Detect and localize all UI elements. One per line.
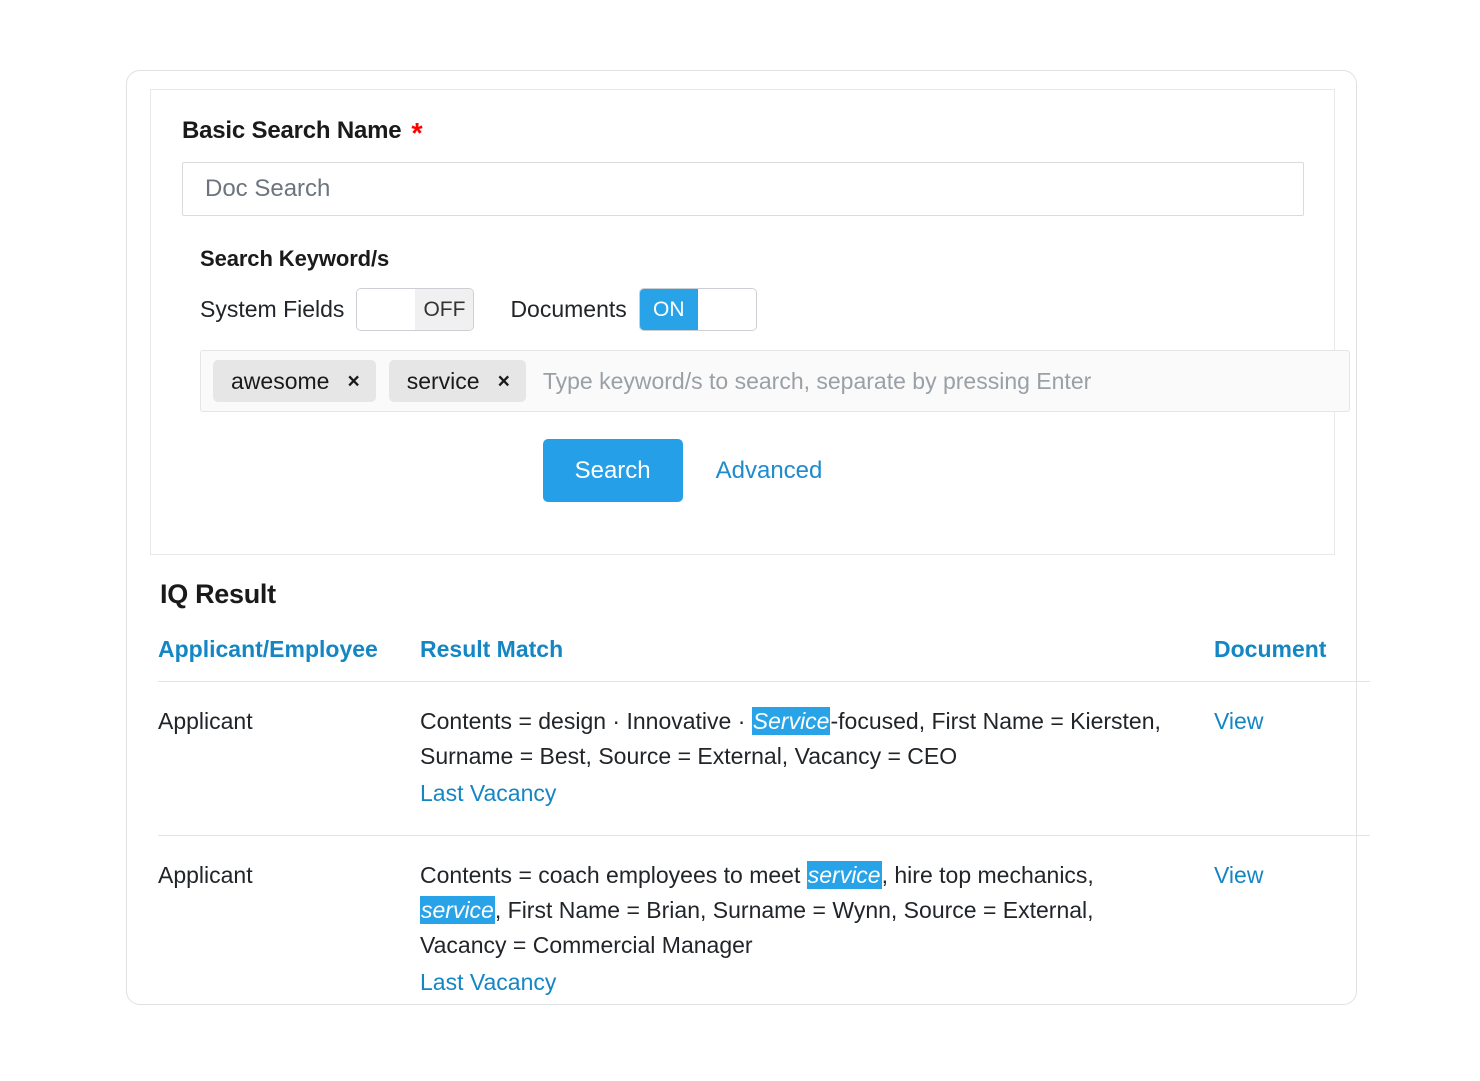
keyword-highlight: Service: [751, 707, 831, 735]
match-text: , First Name = Brian, Surname = Wynn, So…: [420, 896, 1094, 958]
view-document-link[interactable]: View: [1214, 708, 1263, 734]
documents-toggle-state: ON: [639, 289, 698, 330]
search-actions: Search Advanced: [182, 439, 1303, 502]
column-header-document[interactable]: Document: [1214, 636, 1370, 682]
search-keywords-label: Search Keyword/s: [200, 246, 390, 271]
documents-toggle-knob: [697, 289, 756, 330]
required-asterisk-icon: *: [411, 118, 423, 150]
advanced-link[interactable]: Advanced: [716, 457, 823, 485]
basic-search-panel: Basic Search Name * Search Keyword/s Sys…: [150, 89, 1350, 555]
column-header-result-match[interactable]: Result Match: [420, 636, 1214, 682]
keyword-chip-label: service: [406, 367, 480, 394]
system-fields-toggle-knob: [357, 289, 416, 330]
cell-document: View: [1214, 835, 1370, 1023]
results-table: Applicant/Employee Result Match Document…: [158, 636, 1370, 1024]
cell-result-match: Contents = coach employees to meet servi…: [420, 835, 1214, 1023]
keyword-chip[interactable]: service ×: [388, 360, 526, 402]
cell-applicant-type: Applicant: [158, 681, 420, 836]
keyword-highlight: service: [420, 895, 495, 924]
iq-result-section: IQ Result Applicant/Employee Result Matc…: [158, 579, 1370, 1024]
search-result-card: Basic Search Name * Search Keyword/s Sys…: [126, 70, 1370, 1005]
basic-search-name-label: Basic Search Name *: [182, 116, 1303, 149]
search-button[interactable]: Search: [542, 439, 683, 502]
table-header-row: Applicant/Employee Result Match Document: [158, 636, 1370, 682]
keyword-tag-input[interactable]: awesome × service ×: [200, 350, 1350, 412]
keyword-highlight: service: [806, 860, 882, 889]
close-icon[interactable]: ×: [498, 371, 510, 392]
iq-result-title: IQ Result: [160, 579, 276, 609]
last-vacancy-link[interactable]: Last Vacancy: [420, 965, 556, 1000]
cell-applicant-type: Applicant: [158, 861, 253, 888]
basic-search-name-label-text: Basic Search Name: [182, 116, 402, 144]
match-text: Contents = coach employees to meet: [420, 861, 807, 888]
keyword-chip[interactable]: awesome ×: [213, 360, 376, 402]
cell-document: View: [1214, 681, 1370, 836]
close-icon[interactable]: ×: [347, 371, 359, 392]
keyword-chip-label: awesome: [231, 367, 330, 394]
toggles-row: System Fields OFF Documents ON: [200, 288, 1303, 331]
search-name-input[interactable]: [182, 162, 1304, 216]
documents-label: Documents: [510, 296, 627, 322]
system-fields-toggle[interactable]: OFF: [356, 288, 475, 331]
table-row: Applicant Contents = design · Innovative …: [158, 681, 1370, 836]
documents-toggle[interactable]: ON: [638, 288, 757, 331]
system-fields-label: System Fields: [200, 296, 345, 322]
view-document-link[interactable]: View: [1214, 862, 1263, 888]
column-header-applicant[interactable]: Applicant/Employee: [158, 636, 420, 682]
match-text: Contents = design · Innovative ·: [420, 708, 752, 734]
results-table-body: Applicant Contents = design · Innovative …: [158, 681, 1370, 1024]
results-table-head: Applicant/Employee Result Match Document: [158, 636, 1370, 682]
last-vacancy-link[interactable]: Last Vacancy: [420, 776, 556, 811]
cell-result-match: Contents = design · Innovative · Service…: [420, 681, 1214, 836]
table-row: Applicant Contents = coach employees to m…: [158, 835, 1370, 1023]
keyword-search-input[interactable]: [538, 367, 1337, 395]
system-fields-toggle-state: OFF: [415, 289, 474, 330]
match-text: , hire top mechanics,: [881, 861, 1094, 888]
